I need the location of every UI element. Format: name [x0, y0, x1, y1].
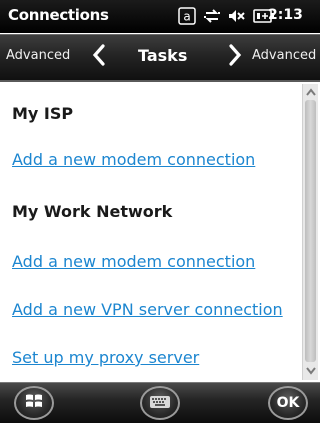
tab-advanced-left[interactable]: Advanced — [6, 48, 70, 63]
tasks-content: My ISP Add a new modem connection My Wor… — [0, 82, 300, 382]
ok-label: OK — [276, 395, 300, 411]
add-modem-connection-isp-link[interactable]: Add a new modem connection — [12, 150, 255, 169]
chevron-right-icon[interactable] — [228, 43, 242, 71]
tab-tasks[interactable]: Tasks — [138, 46, 187, 65]
tab-bar: Advanced Tasks Advanced — [0, 34, 320, 82]
add-vpn-server-connection-link[interactable]: Add a new VPN server connection — [12, 300, 283, 319]
vertical-scrollbar[interactable] — [302, 84, 318, 380]
tab-advanced-right[interactable]: Advanced — [252, 48, 316, 63]
set-up-proxy-server-link[interactable]: Set up my proxy server — [12, 348, 199, 367]
svg-text:a: a — [183, 10, 190, 24]
status-bar: Connections a 2:13 — [0, 0, 320, 33]
status-icons: a — [178, 4, 282, 28]
volume-muted-icon[interactable] — [228, 7, 246, 25]
bottom-bar: OK — [0, 382, 320, 423]
chevron-left-icon[interactable] — [92, 43, 106, 71]
network-connectivity-icon[interactable] — [203, 7, 221, 25]
windows-start-icon — [24, 391, 44, 415]
start-button[interactable] — [14, 386, 54, 420]
status-time[interactable]: 2:13 — [268, 7, 303, 23]
keyboard-icon — [149, 394, 171, 413]
scroll-thumb[interactable] — [305, 100, 316, 362]
connections-screen: Connections a 2:13 Advanced Tasks Advanc… — [0, 0, 320, 423]
ok-button[interactable]: OK — [268, 386, 308, 420]
keyboard-a-icon[interactable]: a — [178, 7, 196, 25]
scroll-down-icon[interactable] — [303, 364, 318, 378]
section-heading-my-isp: My ISP — [12, 104, 74, 123]
keyboard-button[interactable] — [140, 386, 180, 420]
app-title: Connections — [8, 6, 109, 24]
section-heading-my-work-network: My Work Network — [12, 202, 173, 221]
scroll-up-icon[interactable] — [303, 85, 318, 99]
add-modem-connection-work-link[interactable]: Add a new modem connection — [12, 252, 255, 271]
